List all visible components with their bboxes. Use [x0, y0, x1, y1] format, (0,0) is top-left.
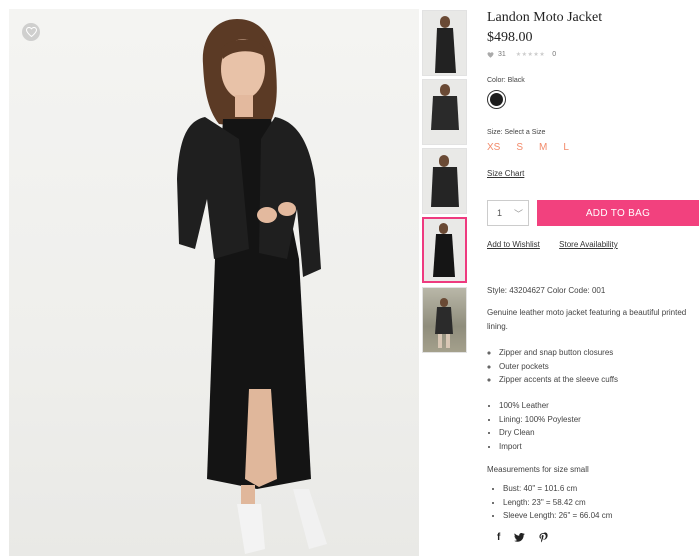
favorite-heart-icon [487, 51, 494, 58]
heart-icon [25, 27, 37, 37]
twitter-icon[interactable] [514, 533, 526, 542]
size-option-m[interactable]: M [539, 142, 547, 153]
list-item: Bust: 40" = 101.6 cm [503, 482, 612, 496]
measurements-title: Measurements for size small [487, 465, 589, 474]
measurements-list: Bust: 40" = 101.6 cm Length: 23" = 58.42… [487, 482, 612, 523]
store-availability-link[interactable]: Store Availability [559, 240, 618, 249]
product-description: Genuine leather moto jacket featuring a … [487, 308, 687, 331]
quantity-value: 1 [497, 208, 503, 218]
chevron-down-icon: ﹀ [513, 208, 523, 219]
list-item: Length: 23" = 58.42 cm [503, 496, 612, 510]
thumbnail-3[interactable] [422, 148, 467, 214]
size-options: XS S M L [487, 142, 569, 153]
list-item: Lining: 100% Poylester [499, 413, 581, 427]
size-option-l[interactable]: L [563, 142, 569, 153]
facebook-icon[interactable]: f [497, 532, 500, 543]
add-to-wishlist-link[interactable]: Add to Wishlist [487, 240, 540, 249]
wishlist-heart-button[interactable] [22, 23, 40, 41]
quantity-select[interactable]: 1 ﹀ [487, 200, 529, 226]
materials-list: 100% Leather Lining: 100% Poylester Dry … [487, 399, 581, 453]
social-share: f [497, 532, 548, 543]
size-chart-link[interactable]: Size Chart [487, 169, 524, 178]
list-item: Sleeve Length: 26" = 66.04 cm [503, 509, 612, 523]
size-label: Size: Select a Size [487, 129, 546, 136]
favorites-count: 31 [498, 51, 506, 58]
feature-list: Zipper and snap button closures Outer po… [487, 346, 618, 387]
style-code: Style: 43204627 Color Code: 001 [487, 286, 606, 295]
pinterest-icon[interactable] [539, 532, 548, 543]
size-option-xs[interactable]: XS [487, 142, 500, 153]
thumbnail-1[interactable] [422, 10, 467, 76]
list-item: Dry Clean [499, 426, 581, 440]
add-to-bag-button[interactable]: ADD TO BAG [537, 200, 699, 226]
product-title: Landon Moto Jacket [487, 10, 603, 25]
list-item: 100% Leather [499, 399, 581, 413]
product-meta: 31 ★★★★★ 0 [487, 51, 556, 58]
model-photo [177, 19, 327, 554]
list-item: Outer pockets [499, 360, 618, 374]
product-links: Add to Wishlist Store Availability [487, 240, 618, 249]
color-swatch-black[interactable] [487, 90, 506, 109]
thumbnail-5[interactable] [422, 287, 467, 353]
review-count[interactable]: 0 [552, 51, 556, 58]
size-option-s[interactable]: S [516, 142, 523, 153]
thumbnail-4-active[interactable] [422, 217, 467, 283]
color-label: Color: Black [487, 77, 525, 84]
rating-stars[interactable]: ★★★★★ [516, 51, 545, 58]
list-item: Zipper accents at the sleeve cuffs [499, 373, 618, 387]
list-item: Import [499, 440, 581, 454]
list-item: Zipper and snap button closures [499, 346, 618, 360]
product-price: $498.00 [487, 30, 533, 45]
thumbnail-2[interactable] [422, 79, 467, 145]
main-product-image [9, 9, 419, 556]
